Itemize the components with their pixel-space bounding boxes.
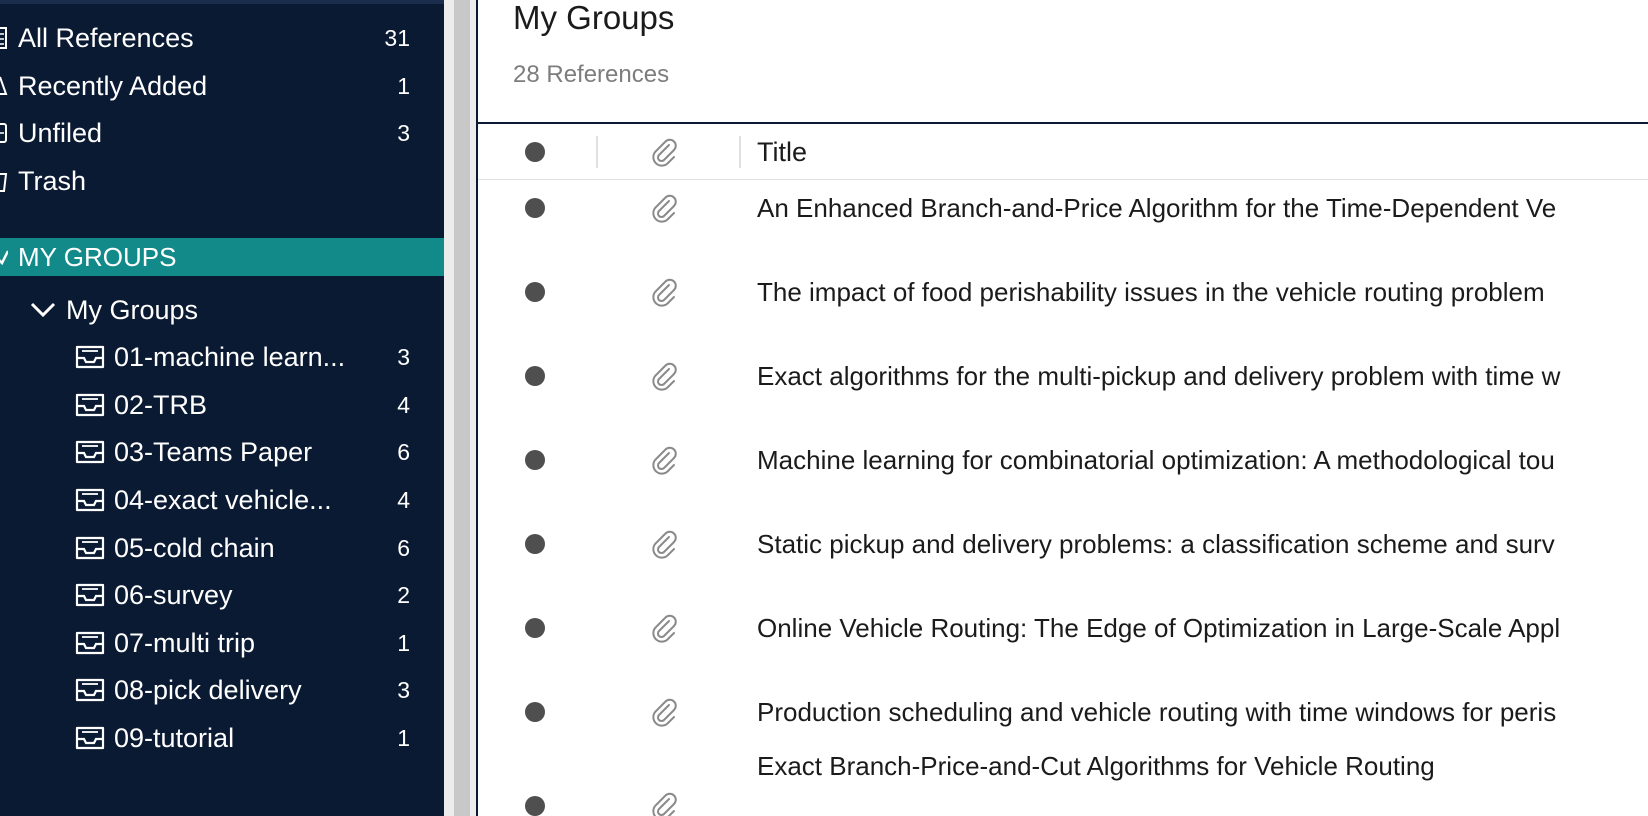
paperclip-icon[interactable] (649, 277, 679, 307)
sidebar: All References 31 Recently Added 1 Unfil… (0, 0, 444, 816)
reference-title: Exact algorithms for the multi-pickup an… (757, 361, 1561, 391)
sidebar-item-count: 31 (384, 25, 410, 51)
collection-count: 3 (397, 344, 410, 370)
collection-label: 02-TRB (114, 390, 208, 420)
table-row[interactable]: Exact algorithms for the multi-pickup an… (478, 334, 1648, 418)
paperclip-icon[interactable] (649, 529, 679, 559)
section-header-my-groups[interactable]: MY GROUPS (0, 238, 444, 276)
sidebar-item-all-references[interactable]: All References 31 (0, 16, 444, 60)
collection-label: 07-multi trip (114, 628, 256, 658)
unfiled-icon (0, 123, 7, 143)
table-row[interactable]: Online Vehicle Routing: The Edge of Opti… (478, 586, 1648, 670)
page-title: My Groups (513, 0, 675, 36)
reference-title: Static pickup and delivery problems: a c… (757, 529, 1555, 559)
paperclip-icon[interactable] (649, 193, 679, 223)
collection-count: 6 (397, 439, 410, 465)
pane-splitter[interactable] (444, 0, 476, 816)
table-row[interactable]: Machine learning for combinatorial optim… (478, 418, 1648, 502)
sidebar-item-label: Unfiled (18, 118, 103, 148)
reference-list-pane: My Groups 28 References Title An Enhance… (476, 0, 1648, 816)
collection-tray-icon (75, 488, 105, 512)
collection-item[interactable]: 05-cold chain 6 (0, 526, 444, 570)
reference-title: Online Vehicle Routing: The Edge of Opti… (757, 613, 1561, 643)
table-row[interactable]: An Enhanced Branch-and-Price Algorithm f… (478, 166, 1648, 250)
sidebar-item-count: 3 (397, 120, 410, 146)
reference-title: Machine learning for combinatorial optim… (757, 445, 1555, 475)
table-row[interactable]: Static pickup and delivery problems: a c… (478, 502, 1648, 586)
collection-count: 6 (397, 535, 410, 561)
read-status-dot[interactable] (525, 198, 545, 218)
group-label: My Groups (66, 295, 199, 325)
collection-count: 1 (397, 725, 410, 751)
reference-title: Exact Branch-Price-and-Cut Algorithms fo… (757, 751, 1435, 781)
paperclip-icon[interactable] (649, 791, 679, 816)
collection-item[interactable]: 06-survey 2 (0, 573, 444, 617)
read-status-dot[interactable] (525, 534, 545, 554)
collection-count: 2 (397, 582, 410, 608)
paperclip-icon[interactable] (649, 361, 679, 391)
sidebar-item-label: Trash (18, 166, 87, 196)
sidebar-item-recently-added[interactable]: Recently Added 1 (0, 64, 444, 108)
collection-item[interactable]: 07-multi trip 1 (0, 621, 444, 665)
collection-label: 08-pick delivery (114, 675, 302, 705)
read-status-dot[interactable] (525, 282, 545, 302)
paperclip-icon[interactable] (649, 137, 679, 167)
collection-tray-icon (75, 631, 105, 655)
collection-tray-icon (75, 345, 105, 369)
paperclip-icon[interactable] (649, 697, 679, 727)
read-status-dot[interactable] (525, 796, 545, 816)
splitter-handle[interactable] (454, 0, 470, 816)
table-row[interactable]: Exact Branch-Price-and-Cut Algorithms fo… (478, 751, 1648, 816)
group-my-groups[interactable]: My Groups (0, 288, 444, 332)
chevron-down-icon (0, 250, 8, 265)
collection-label: 01-machine learn... (114, 342, 346, 372)
read-status-dot[interactable] (525, 618, 545, 638)
paperclip-icon[interactable] (649, 445, 679, 475)
sidebar-item-trash[interactable]: Trash (0, 159, 444, 203)
collection-label: 06-survey (114, 580, 233, 610)
read-status-column-icon[interactable] (525, 142, 545, 162)
trash-icon (0, 173, 8, 192)
collection-label: 09-tutorial (114, 723, 235, 753)
collection-tray-icon (75, 393, 105, 417)
reference-title: An Enhanced Branch-and-Price Algorithm f… (757, 193, 1557, 223)
collection-item[interactable]: 09-tutorial 1 (0, 716, 444, 760)
sidebar-item-label: Recently Added (18, 71, 208, 101)
sidebar-item-label: All References (18, 23, 194, 53)
collection-label: 03-Teams Paper (114, 437, 313, 467)
collection-count: 4 (397, 487, 410, 513)
sidebar-top-border (0, 0, 444, 4)
chevron-down-icon (30, 302, 56, 318)
section-header-label: MY GROUPS (18, 242, 177, 272)
collection-item[interactable]: 01-machine learn... 3 (0, 335, 444, 379)
paperclip-icon[interactable] (649, 613, 679, 643)
collection-count: 4 (397, 392, 410, 418)
recently-added-icon (0, 76, 8, 95)
table-row[interactable]: The impact of food perishability issues … (478, 250, 1648, 334)
read-status-dot[interactable] (525, 702, 545, 722)
collection-item[interactable]: 03-Teams Paper 6 (0, 430, 444, 474)
collection-tray-icon (75, 536, 105, 560)
collection-label: 05-cold chain (114, 533, 275, 563)
reference-count: 28 References (513, 61, 670, 88)
collection-item[interactable]: 04-exact vehicle... 4 (0, 478, 444, 522)
column-resizer[interactable] (739, 136, 741, 168)
collection-tray-icon (75, 440, 105, 464)
collection-item[interactable]: 08-pick delivery 3 (0, 668, 444, 712)
column-resizer[interactable] (596, 136, 598, 168)
read-status-dot[interactable] (525, 450, 545, 470)
read-status-dot[interactable] (525, 366, 545, 386)
sidebar-item-count: 1 (397, 73, 410, 99)
collection-item[interactable]: 02-TRB 4 (0, 383, 444, 427)
collection-tray-icon (75, 726, 105, 750)
collection-count: 3 (397, 677, 410, 703)
collection-tray-icon (75, 678, 105, 702)
collection-count: 1 (397, 630, 410, 656)
collection-tray-icon (75, 583, 105, 607)
reference-title: The impact of food perishability issues … (757, 277, 1545, 307)
all-references-icon (0, 27, 7, 49)
collection-label: 04-exact vehicle... (114, 485, 332, 515)
sidebar-item-unfiled[interactable]: Unfiled 3 (0, 111, 444, 155)
